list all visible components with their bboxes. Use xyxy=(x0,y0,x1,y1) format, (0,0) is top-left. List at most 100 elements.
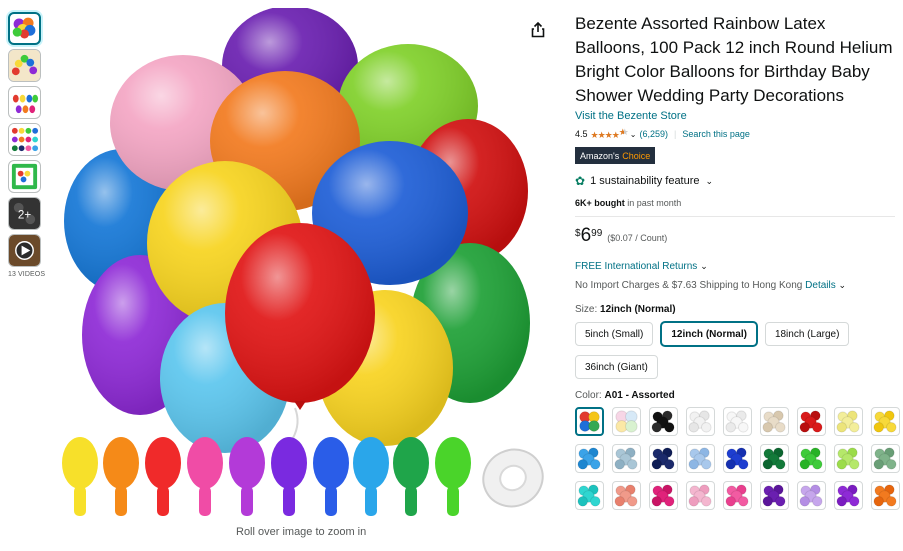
free-returns-link[interactable]: FREE International Returns ⌄ xyxy=(575,261,895,272)
color-swatch[interactable] xyxy=(723,444,752,473)
color-swatch[interactable] xyxy=(723,407,752,436)
color-swatch[interactable] xyxy=(686,407,715,436)
balloon-swatch-icon xyxy=(836,447,860,470)
color-swatch[interactable] xyxy=(723,481,752,510)
price-per-unit: ($0.07 / Count) xyxy=(607,233,668,243)
size-label-text: Size: xyxy=(575,304,598,315)
balloon-swatch-icon xyxy=(725,484,749,507)
chevron-down-icon: ⌄ xyxy=(700,261,708,271)
balloon-sizes-thumbnail-icon xyxy=(12,94,39,114)
color-swatch[interactable] xyxy=(871,481,900,510)
divider: | xyxy=(674,129,677,139)
size-options: 5inch (Small) 12inch (Normal) 18inch (La… xyxy=(575,322,885,388)
balloon-swatch-icon xyxy=(615,410,638,433)
chevron-down-icon[interactable]: ⌄ xyxy=(630,130,637,139)
thumbnail-2[interactable] xyxy=(8,49,41,82)
balloon-swatch-icon xyxy=(614,484,638,507)
thumbnail-3[interactable] xyxy=(8,86,41,119)
share-icon[interactable] xyxy=(528,20,548,40)
balloon-swatch-icon xyxy=(799,484,823,507)
price-whole: 6 xyxy=(580,225,592,246)
free-returns-label: FREE International Returns xyxy=(575,261,698,272)
badge-label: Amazon's xyxy=(580,150,620,161)
color-swatch[interactable] xyxy=(760,481,789,510)
sustainability-label: 1 sustainability feature xyxy=(590,175,700,187)
search-page-link[interactable]: Search this page xyxy=(682,129,750,139)
size-label: Size: 12inch (Normal) xyxy=(575,304,895,315)
color-swatch[interactable] xyxy=(649,444,678,473)
divider xyxy=(575,216,895,217)
color-swatch[interactable] xyxy=(760,407,789,436)
color-selected: A01 - Assorted xyxy=(604,390,675,401)
balloon-swatch-icon xyxy=(762,484,786,507)
rating-count-link[interactable]: (6,259) xyxy=(640,129,669,139)
thumbnail-video[interactable] xyxy=(8,234,41,267)
color-swatch[interactable] xyxy=(871,407,900,436)
size-option-18inch[interactable]: 18inch (Large) xyxy=(764,322,850,346)
thumbnail-1[interactable] xyxy=(8,12,41,45)
color-swatch[interactable] xyxy=(575,407,604,436)
more-images-thumbnail-icon: 2+ xyxy=(9,198,40,229)
color-swatch[interactable] xyxy=(612,481,641,510)
import-charges: No Import Charges & $7.63 Shipping to Ho… xyxy=(575,280,895,291)
color-swatch[interactable] xyxy=(760,444,789,473)
balloon-swatch-icon xyxy=(799,447,823,470)
thumbnail-4[interactable] xyxy=(8,123,41,156)
small-balloon-row xyxy=(62,437,471,516)
color-label-text: Color: xyxy=(575,390,602,401)
balloon-swatch-icon xyxy=(836,484,860,507)
thumbnail-5[interactable] xyxy=(8,160,41,193)
balloon-swatch-icon xyxy=(651,410,675,433)
bought-in-past-month: 6K+ bought in past month xyxy=(575,198,895,208)
balloon-swatch-icon xyxy=(651,484,675,507)
color-swatch[interactable] xyxy=(871,444,900,473)
balloons-image xyxy=(62,8,544,516)
size-option-36inch[interactable]: 36inch (Giant) xyxy=(575,355,658,379)
balloon-swatch-icon xyxy=(836,410,860,433)
color-swatch[interactable] xyxy=(575,444,604,473)
price-fraction: 99 xyxy=(591,228,603,239)
color-swatch[interactable] xyxy=(834,407,863,436)
balloon-swatch-icon xyxy=(725,447,749,470)
color-swatch[interactable] xyxy=(797,407,826,436)
main-product-image[interactable] xyxy=(55,8,545,528)
size-option-5inch[interactable]: 5inch (Small) xyxy=(575,322,654,346)
leaf-icon: ✿ xyxy=(575,174,586,188)
thumbnail-6[interactable]: 2+ xyxy=(8,197,41,230)
thumbnail-strip: 2+ 13 VIDEOS xyxy=(8,12,45,278)
size-option-12inch[interactable]: 12inch (Normal) xyxy=(661,322,757,346)
star-rating-icon[interactable]: ★★★★★★ xyxy=(591,127,628,141)
sustainability-feature-toggle[interactable]: ✿ 1 sustainability feature ⌄ xyxy=(575,174,895,188)
balloon-colors-thumbnail-icon xyxy=(9,124,40,155)
details-link[interactable]: Details xyxy=(805,280,836,291)
color-swatch[interactable] xyxy=(797,444,826,473)
color-swatch[interactable] xyxy=(686,444,715,473)
balloon-swatch-icon xyxy=(762,410,786,433)
color-swatch[interactable] xyxy=(834,444,863,473)
color-swatch[interactable] xyxy=(612,444,641,473)
store-link[interactable]: Visit the Bezente Store xyxy=(575,110,895,122)
balloon-bunch-thumbnail-icon xyxy=(12,17,36,39)
thumbnail-overlay: 2+ xyxy=(18,208,31,221)
badge-choice-label: Choice xyxy=(622,150,651,161)
bought-count: 6K+ bought xyxy=(575,198,625,208)
import-text: No Import Charges & $7.63 Shipping to Ho… xyxy=(575,280,803,291)
balloon-swatch-icon xyxy=(873,484,897,507)
rating-row: 4.5 ★★★★★★ ⌄ (6,259) | Search this page xyxy=(575,127,895,141)
chevron-down-icon: ⌄ xyxy=(705,175,714,186)
chevron-down-icon[interactable]: ⌄ xyxy=(839,280,847,290)
balloon-swatch-icon xyxy=(873,410,897,433)
amazons-choice-badge: Amazon's Choice xyxy=(575,147,656,164)
color-swatch[interactable] xyxy=(575,481,604,510)
video-thumbnail-icon xyxy=(9,235,40,266)
color-swatch[interactable] xyxy=(797,481,826,510)
color-swatch[interactable] xyxy=(649,481,678,510)
color-swatch[interactable] xyxy=(649,407,678,436)
balloon-swatch-icon xyxy=(579,411,600,432)
color-swatch[interactable] xyxy=(834,481,863,510)
balloon-arch-thumbnail-icon xyxy=(9,50,40,81)
color-swatch[interactable] xyxy=(686,481,715,510)
balloon-swatch-icon xyxy=(651,447,675,470)
balloon-swatch-icon xyxy=(688,410,712,433)
color-swatch[interactable] xyxy=(612,407,641,436)
